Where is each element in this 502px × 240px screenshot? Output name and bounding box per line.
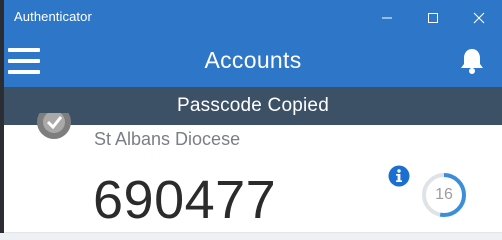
window-titlebar[interactable]: Authenticator	[4, 0, 502, 35]
info-icon[interactable]	[388, 165, 410, 187]
account-name: St Albans Diocese	[94, 129, 241, 149]
app-header: Accounts	[4, 35, 502, 87]
minimize-icon	[382, 17, 392, 18]
countdown-timer: 16	[420, 171, 468, 219]
toast-notification: Passcode Copied	[4, 87, 502, 125]
maximize-button[interactable]	[410, 0, 456, 35]
page-title: Accounts	[204, 47, 302, 73]
window-title: Authenticator	[14, 9, 92, 24]
account-logo-icon	[31, 113, 77, 149]
authenticator-window: Authenticator Accounts Passcode Copied S…	[4, 0, 502, 233]
passcode[interactable]: 690477	[93, 169, 276, 231]
close-icon	[473, 12, 485, 23]
account-row[interactable]: St Albans Diocese 690477 16	[4, 113, 502, 233]
row-divider	[4, 232, 502, 233]
close-button[interactable]	[456, 0, 502, 35]
minimize-button[interactable]	[364, 0, 410, 35]
maximize-icon	[428, 12, 438, 23]
bell-icon[interactable]	[459, 47, 485, 75]
timer-seconds: 16	[435, 186, 453, 203]
